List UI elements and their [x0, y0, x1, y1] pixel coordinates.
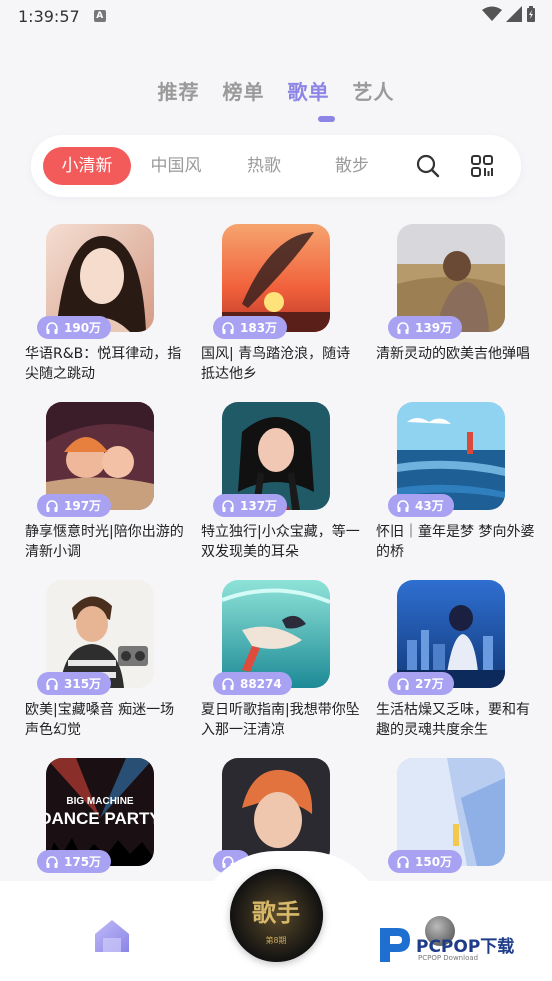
play-count: 43万 [415, 499, 444, 513]
play-count-badge: 27万 [388, 672, 454, 695]
play-count-badge: 183万 [213, 316, 288, 339]
cover-text-main: DANCE PARTY [46, 809, 154, 828]
status-bar: 1:39:57 A [0, 0, 552, 32]
headphones-icon [222, 499, 234, 512]
play-count-badge: 190万 [37, 316, 112, 339]
headphones-icon [46, 677, 58, 690]
play-count-badge: 139万 [388, 316, 463, 339]
chip-fresh[interactable]: 小清新 [43, 147, 131, 185]
now-playing-disc[interactable]: 歌手 第8期 [230, 869, 323, 962]
playlist-title[interactable]: 特立独行|小众宝藏，等一双发现美的耳朵 [201, 522, 361, 562]
tab-charts[interactable]: 榜单 [223, 76, 265, 106]
tab-artists[interactable]: 艺人 [353, 76, 395, 106]
chip-walk[interactable]: 散步 [325, 147, 379, 185]
headphones-icon [46, 321, 58, 334]
play-count: 190万 [64, 321, 102, 335]
play-count: 315万 [64, 677, 102, 691]
play-count-badge: 150万 [388, 850, 463, 873]
search-icon[interactable] [415, 153, 441, 179]
watermark-sub: PCPOP Download [418, 954, 479, 962]
disc-subtitle: 第8期 [265, 935, 286, 945]
tab-playlists[interactable]: 歌单 [288, 76, 330, 106]
headphones-icon [397, 499, 409, 512]
play-count: 175万 [64, 855, 102, 869]
pcpop-logo-icon [380, 928, 410, 962]
play-count-badge: 88274 [213, 672, 292, 695]
wifi-icon [482, 6, 502, 21]
chip-hot[interactable]: 热歌 [237, 147, 291, 185]
watermark-brand: PCPOP下载 [416, 936, 515, 957]
headphones-icon [46, 499, 58, 512]
play-count-badge: 175万 [37, 850, 112, 873]
headphones-icon [397, 677, 409, 690]
play-count: 150万 [415, 855, 453, 869]
playlist-title[interactable]: 清新灵动的欧美吉他弹唱 [376, 344, 536, 364]
top-tabs: 推荐 榜单 歌单 艺人 [0, 76, 552, 106]
headphones-icon [222, 677, 234, 690]
tab-recommend[interactable]: 推荐 [158, 76, 200, 106]
active-tab-indicator [318, 116, 335, 122]
home-icon[interactable] [93, 918, 131, 952]
headphones-icon [222, 321, 234, 334]
notification-icon: A [93, 10, 106, 22]
play-count-badge: 137万 [213, 494, 288, 517]
play-count: 197万 [64, 499, 102, 513]
cover-text-top: BIG MACHINE [66, 796, 134, 807]
status-icons [482, 6, 536, 22]
status-time: 1:39:57 [18, 6, 80, 26]
watermark: PCPOP下载 PCPOP Download [376, 924, 514, 964]
play-count-badge: 43万 [388, 494, 454, 517]
battery-icon [527, 6, 535, 22]
playlist-title[interactable]: 华语R&B：悦耳律动，指尖随之跳动 [25, 344, 185, 384]
filter-bar: 小清新 中国风 热歌 散步 [31, 135, 521, 197]
play-count: 137万 [240, 499, 278, 513]
play-count-badge: 315万 [37, 672, 112, 695]
headphones-icon [397, 855, 409, 868]
playlist-title[interactable]: 生活枯燥又乏味，要和有趣的灵魂共度余生 [376, 700, 536, 740]
play-count: 183万 [240, 321, 278, 335]
chip-chinese-style[interactable]: 中国风 [143, 147, 209, 185]
play-count: 88274 [240, 676, 282, 691]
disc-title: 歌手 [252, 898, 300, 927]
playlist-title[interactable]: 国风| 青鸟踏沧浪，随诗抵达他乡 [201, 344, 361, 384]
play-count: 27万 [415, 677, 444, 691]
scan-icon[interactable] [469, 153, 495, 179]
playlist-title[interactable]: 静享惬意时光|陪你出游的清新小调 [25, 522, 185, 562]
play-count: 139万 [415, 321, 453, 335]
signal-icon [506, 6, 522, 22]
play-count-badge: 197万 [37, 494, 112, 517]
headphones-icon [46, 855, 58, 868]
headphones-icon [397, 321, 409, 334]
playlist-title[interactable]: 欧美|宝藏嗓音 痴迷一场声色幻觉 [25, 700, 185, 740]
playlist-title[interactable]: 怀旧｜童年是梦 梦向外婆的桥 [376, 522, 536, 562]
playlist-title[interactable]: 夏日听歌指南|我想带你坠入那一汪清凉 [201, 700, 361, 740]
